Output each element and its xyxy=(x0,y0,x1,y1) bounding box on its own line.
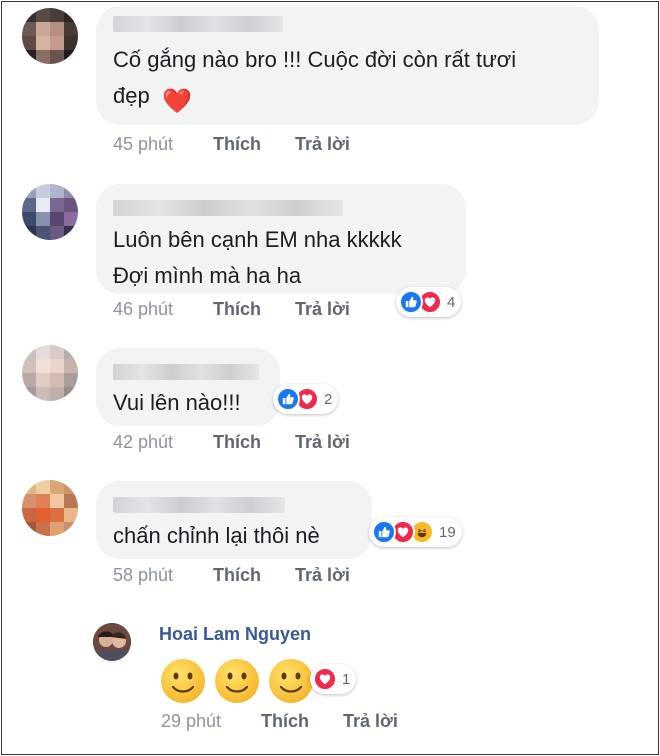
commenter-name-blurred[interactable] xyxy=(113,497,285,513)
commenter-name-blurred[interactable] xyxy=(113,364,259,380)
reply-link[interactable]: Trả lời xyxy=(295,134,350,155)
commenter-name-blurred[interactable] xyxy=(113,16,283,32)
slightly-smiling-face-icon xyxy=(161,659,205,703)
like-link[interactable]: Thích xyxy=(213,134,295,155)
comment-text: Luôn bên cạnh EM nha kkkkk Đợi mình mà h… xyxy=(113,227,402,288)
comment-text: Vui lên nào!!! xyxy=(113,390,241,415)
reply-meta: 29 phút Thích Trả lời xyxy=(161,711,398,732)
slightly-smiling-face-icon xyxy=(269,659,313,703)
reaction-count: 2 xyxy=(324,390,333,408)
like-reaction-icon xyxy=(399,290,423,314)
reply-author-name[interactable]: Hoai Lam Nguyen xyxy=(159,624,311,645)
reply-time[interactable]: 29 phút xyxy=(161,711,261,732)
avatar[interactable] xyxy=(22,184,78,240)
reply-link[interactable]: Trả lời xyxy=(343,711,398,732)
reply-avatar[interactable] xyxy=(93,623,131,661)
avatar[interactable] xyxy=(22,345,78,401)
comment-meta: 45 phút Thích Trả lời xyxy=(113,134,350,155)
love-reaction-icon xyxy=(313,667,337,691)
avatar[interactable] xyxy=(22,8,78,64)
comment-time[interactable]: 42 phút xyxy=(113,432,213,453)
like-reaction-icon xyxy=(276,387,300,411)
reaction-summary[interactable]: 1 xyxy=(310,664,357,694)
heart-emoji: ❤️ xyxy=(162,88,192,115)
reply-link[interactable]: Trả lời xyxy=(295,432,350,453)
reaction-summary[interactable]: 2 xyxy=(273,384,339,414)
comment-text: chấn chỉnh lại thôi nè xyxy=(113,523,320,548)
like-link[interactable]: Thích xyxy=(261,711,343,732)
like-link[interactable]: Thích xyxy=(213,432,295,453)
avatar[interactable] xyxy=(22,480,78,536)
comment-time[interactable]: 58 phút xyxy=(113,565,213,586)
comment-meta: 46 phút Thích Trả lời xyxy=(113,299,350,320)
reaction-count: 1 xyxy=(342,670,351,688)
comment-time[interactable]: 45 phút xyxy=(113,134,213,155)
commenter-name-blurred[interactable] xyxy=(113,200,343,216)
like-link[interactable]: Thích xyxy=(213,299,295,320)
slightly-smiling-face-icon xyxy=(215,659,259,703)
reply-link[interactable]: Trả lời xyxy=(295,565,350,586)
like-reaction-icon xyxy=(372,520,396,544)
comment-time[interactable]: 46 phút xyxy=(113,299,213,320)
reaction-summary[interactable]: 19 xyxy=(369,517,462,547)
reaction-count: 4 xyxy=(447,293,456,311)
comment-meta: 58 phút Thích Trả lời xyxy=(113,565,350,586)
comment-meta: 42 phút Thích Trả lời xyxy=(113,432,350,453)
reply-link[interactable]: Trả lời xyxy=(295,299,350,320)
reaction-summary[interactable]: 4 xyxy=(396,287,462,317)
like-link[interactable]: Thích xyxy=(213,565,295,586)
reaction-count: 19 xyxy=(439,523,456,541)
